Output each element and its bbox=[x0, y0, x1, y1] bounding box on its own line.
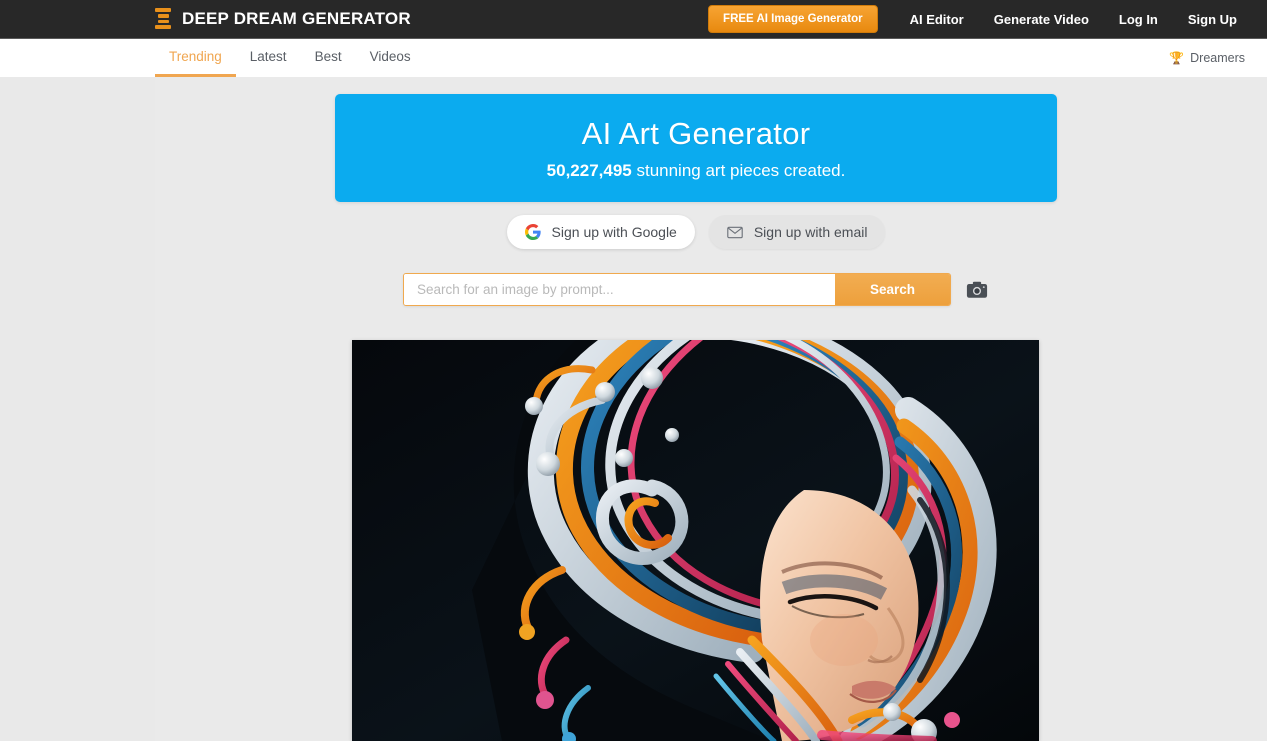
dreamers-label: Dreamers bbox=[1190, 51, 1245, 65]
page-title: AI Art Generator bbox=[581, 115, 811, 151]
sign-up-with-google-button[interactable]: Sign up with Google bbox=[506, 215, 695, 249]
art-count-suffix: stunning art pieces created. bbox=[631, 160, 846, 180]
artwork-image bbox=[352, 340, 1039, 741]
tab-best[interactable]: Best bbox=[301, 39, 356, 77]
camera-search-button[interactable] bbox=[965, 279, 989, 301]
sub-nav: Trending Latest Best Videos 🏆 Dreamers bbox=[0, 39, 1267, 77]
content-inner: AI Art Generator 50,227,495 stunning art… bbox=[155, 77, 1267, 741]
art-count-text: 50,227,495 stunning art pieces created. bbox=[547, 161, 846, 181]
tab-trending[interactable]: Trending bbox=[155, 39, 236, 77]
brand-title: DEEP DREAM GENERATOR bbox=[182, 9, 411, 28]
trophy-icon: 🏆 bbox=[1169, 51, 1185, 65]
search-button[interactable]: Search bbox=[835, 274, 950, 305]
header-link-log-in[interactable]: Log In bbox=[1119, 12, 1158, 27]
header-link-sign-up[interactable]: Sign Up bbox=[1188, 12, 1237, 27]
tab-list: Trending Latest Best Videos bbox=[155, 39, 425, 77]
search-row: Search bbox=[335, 273, 1057, 306]
sign-up-with-email-label: Sign up with email bbox=[753, 224, 868, 240]
google-g-icon bbox=[524, 224, 541, 240]
hourglass-logo-icon bbox=[155, 8, 171, 30]
content-area: AI Art Generator 50,227,495 stunning art… bbox=[0, 77, 1267, 741]
featured-artwork[interactable] bbox=[352, 340, 1039, 741]
top-header: DEEP DREAM GENERATOR FREE AI Image Gener… bbox=[0, 0, 1267, 39]
header-nav: FREE AI Image Generator AI Editor Genera… bbox=[708, 5, 1267, 33]
tab-latest[interactable]: Latest bbox=[236, 39, 301, 77]
header-link-generate-video[interactable]: Generate Video bbox=[994, 12, 1089, 27]
hero-banner: AI Art Generator 50,227,495 stunning art… bbox=[335, 94, 1057, 202]
free-ai-image-generator-button[interactable]: FREE AI Image Generator bbox=[708, 5, 878, 33]
page-root: DEEP DREAM GENERATOR FREE AI Image Gener… bbox=[0, 0, 1267, 741]
sign-up-with-email-button[interactable]: Sign up with email bbox=[708, 215, 886, 249]
signup-row: Sign up with Google Sign up with email bbox=[335, 215, 1057, 249]
dreamers-link[interactable]: 🏆 Dreamers bbox=[1169, 39, 1267, 77]
sign-up-with-google-label: Sign up with Google bbox=[551, 224, 677, 240]
camera-icon bbox=[966, 281, 988, 298]
search-box: Search bbox=[403, 273, 951, 306]
search-input[interactable] bbox=[404, 274, 835, 305]
art-count-number: 50,227,495 bbox=[546, 160, 632, 180]
brand-logo-link[interactable]: DEEP DREAM GENERATOR bbox=[155, 8, 411, 30]
header-link-ai-editor[interactable]: AI Editor bbox=[910, 12, 964, 27]
envelope-icon bbox=[727, 226, 743, 239]
tab-videos[interactable]: Videos bbox=[356, 39, 425, 77]
